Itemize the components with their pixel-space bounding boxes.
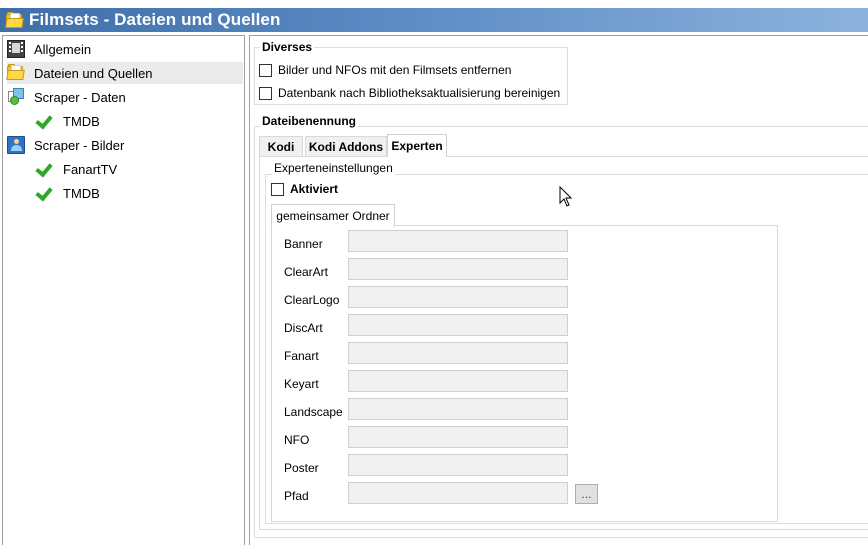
- nfo-input[interactable]: [348, 426, 568, 448]
- aktiviert-checkbox[interactable]: [271, 182, 284, 196]
- fanart-label: Fanart: [284, 349, 319, 363]
- tree-item-fanarttv[interactable]: FanartTV: [36, 158, 236, 180]
- clean-database-option[interactable]: Datenbank nach Bibliotheksaktualisierung…: [259, 86, 560, 100]
- tab-experten[interactable]: Experten: [387, 134, 447, 157]
- remove-images-nfo-label: Bilder und NFOs mit den Filmsets entfern…: [278, 63, 512, 77]
- window-title: Filmsets - Dateien und Quellen: [29, 10, 281, 29]
- remove-images-nfo-checkbox[interactable]: [259, 63, 272, 77]
- clearlogo-input[interactable]: [348, 286, 568, 308]
- tab-kodi-addons[interactable]: Kodi Addons: [305, 136, 387, 157]
- folder-icon: [6, 64, 25, 82]
- landscape-input[interactable]: [348, 398, 568, 420]
- film-icon: [7, 40, 25, 58]
- folder-icon: [5, 12, 24, 28]
- nfo-label: NFO: [284, 433, 310, 447]
- tree-item-label: Dateien und Quellen: [34, 65, 153, 81]
- keyart-label: Keyart: [284, 377, 319, 391]
- aktiviert-option[interactable]: Aktiviert: [271, 182, 338, 196]
- scraper-data-icon: [7, 88, 25, 106]
- tree-item-tmdb-bilder[interactable]: TMDB: [36, 182, 236, 204]
- aktiviert-label: Aktiviert: [290, 182, 339, 196]
- poster-label: Poster: [284, 461, 319, 475]
- image-icon: [7, 136, 25, 154]
- landscape-label: Landscape: [284, 405, 343, 419]
- diverses-title: Diverses: [260, 40, 315, 54]
- pfad-label: Pfad: [284, 489, 309, 503]
- mouse-cursor-icon: [559, 186, 573, 207]
- clean-database-label: Datenbank nach Bibliotheksaktualisierung…: [278, 86, 561, 100]
- tree-item-label: FanartTV: [63, 161, 118, 177]
- checkmark-icon: [36, 112, 54, 130]
- poster-input[interactable]: [348, 454, 568, 476]
- tree-item-label: TMDB: [63, 113, 100, 129]
- banner-input[interactable]: [348, 230, 568, 252]
- fanart-input[interactable]: [348, 342, 568, 364]
- tree-item-scraper-daten[interactable]: Scraper - Daten: [7, 86, 243, 108]
- discart-label: DiscArt: [284, 321, 323, 335]
- pfad-input[interactable]: [348, 482, 568, 504]
- remove-images-nfo-option[interactable]: Bilder und NFOs mit den Filmsets entfern…: [259, 63, 511, 77]
- checkmark-icon: [36, 184, 54, 202]
- clean-database-checkbox[interactable]: [259, 86, 272, 100]
- clearart-label: ClearArt: [284, 265, 329, 279]
- settings-panel: Diverses Bilder und NFOs mit den Filmset…: [249, 35, 868, 545]
- settings-tree: Allgemein Dateien und Quellen Scraper - …: [2, 35, 245, 545]
- clearlogo-label: ClearLogo: [284, 293, 340, 307]
- dateibenennung-title: Dateibenennung: [260, 114, 359, 128]
- clearart-input[interactable]: [348, 258, 568, 280]
- tree-item-tmdb-daten[interactable]: TMDB: [36, 110, 236, 132]
- tree-item-label: Allgemein: [34, 41, 92, 57]
- tree-item-allgemein[interactable]: Allgemein: [7, 38, 243, 60]
- tab-kodi[interactable]: Kodi: [259, 136, 303, 157]
- tree-item-label: Scraper - Bilder: [34, 137, 125, 153]
- tree-item-label: TMDB: [63, 185, 100, 201]
- banner-label: Banner: [284, 237, 323, 251]
- tree-item-dateien-und-quellen[interactable]: Dateien und Quellen: [6, 62, 243, 84]
- discart-input[interactable]: [348, 314, 568, 336]
- checkmark-icon: [36, 160, 54, 178]
- browse-button[interactable]: ...: [575, 484, 598, 504]
- window-titlebar: Filmsets - Dateien und Quellen: [0, 8, 868, 32]
- keyart-input[interactable]: [348, 370, 568, 392]
- experteneinstellungen-title: Experteneinstellungen: [272, 161, 395, 175]
- tab-gemeinsamer-ordner[interactable]: gemeinsamer Ordner: [271, 204, 395, 227]
- tree-item-scraper-bilder[interactable]: Scraper - Bilder: [7, 134, 243, 156]
- tree-item-label: Scraper - Daten: [34, 89, 126, 105]
